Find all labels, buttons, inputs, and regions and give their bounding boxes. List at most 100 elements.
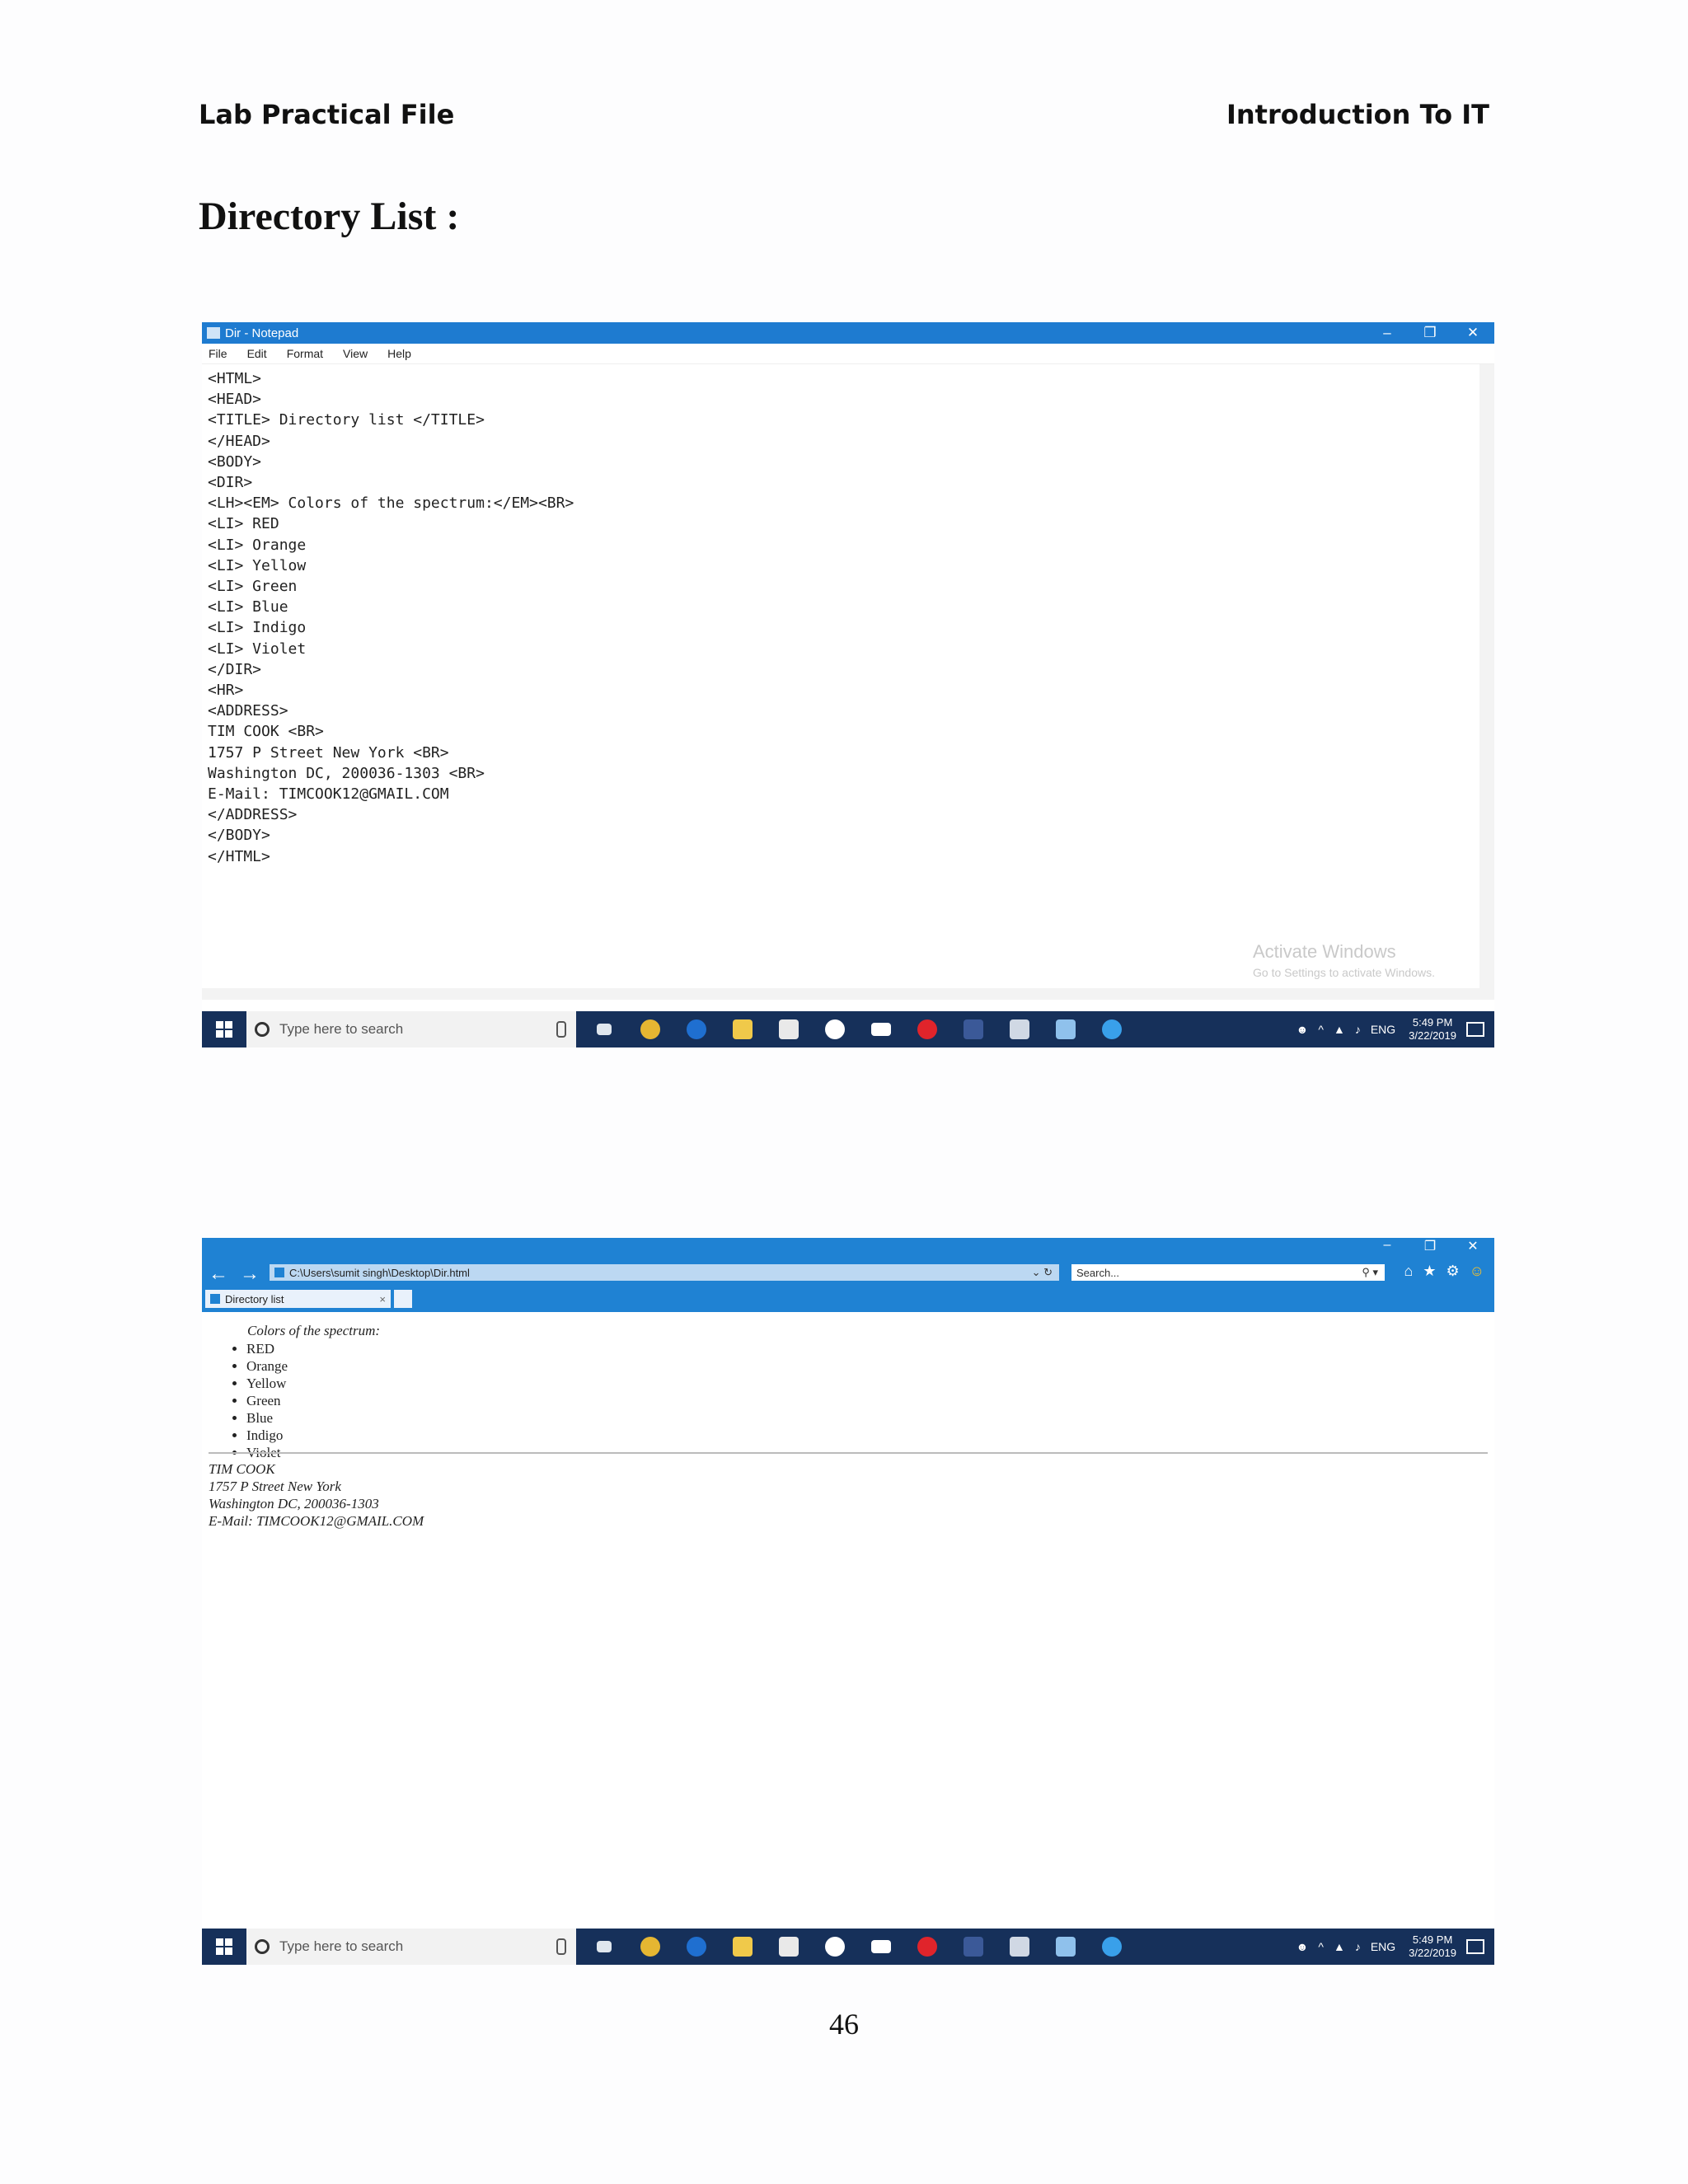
opera-icon[interactable] xyxy=(909,1929,945,1965)
chrome-icon[interactable] xyxy=(632,1011,668,1047)
opera-icon[interactable] xyxy=(909,1011,945,1047)
menu-edit[interactable]: Edit xyxy=(247,347,267,360)
address-bar[interactable]: C:\Users\sumit singh\Desktop\Dir.html ⌄ … xyxy=(270,1264,1059,1281)
code-line: </HEAD> xyxy=(208,432,270,450)
show-hidden-icons-icon[interactable]: ^ xyxy=(1318,1940,1324,1953)
taskbar: Type here to search ☻ ^ ▲ ♪ ENG 5:49 PM xyxy=(202,1929,1494,1965)
internet-explorer-icon[interactable] xyxy=(1094,1011,1130,1047)
settings-gear-icon[interactable]: ⚙ xyxy=(1446,1263,1459,1280)
language-indicator[interactable]: ENG xyxy=(1371,1023,1395,1036)
watermark-title: Activate Windows xyxy=(1253,941,1396,962)
language-indicator[interactable]: ENG xyxy=(1371,1940,1395,1953)
new-tab-button[interactable] xyxy=(394,1290,412,1308)
restore-button[interactable]: ❐ xyxy=(1409,325,1451,341)
tab-title: Directory list xyxy=(225,1292,284,1305)
menu-format[interactable]: Format xyxy=(287,347,323,360)
notepad-text-area[interactable]: <HTML> <HEAD> <TITLE> Directory list </TIT… xyxy=(202,363,1494,1000)
task-view-icon[interactable] xyxy=(586,1929,622,1965)
clock-date: 3/22/2019 xyxy=(1409,1947,1456,1959)
code-line: <LI> Orange xyxy=(208,536,307,554)
people-icon[interactable]: ☻ xyxy=(1296,1023,1309,1036)
calculator-icon[interactable] xyxy=(1001,1011,1038,1047)
horizontal-scrollbar[interactable] xyxy=(202,988,1494,1000)
tab-close-icon[interactable]: × xyxy=(379,1293,386,1305)
taskbar-search-box[interactable]: Type here to search xyxy=(246,1011,576,1047)
volume-icon[interactable]: ♪ xyxy=(1355,1023,1361,1036)
notepad-taskbar-icon[interactable] xyxy=(1048,1011,1084,1047)
volume-icon[interactable]: ♪ xyxy=(1355,1940,1361,1953)
code-line: <DIR> xyxy=(208,474,253,492)
minimize-button[interactable]: – xyxy=(1366,325,1409,341)
clock-date: 3/22/2019 xyxy=(1409,1029,1456,1042)
close-button[interactable]: ✕ xyxy=(1451,1238,1494,1254)
notepad-taskbar-icon[interactable] xyxy=(1048,1929,1084,1965)
search-icon[interactable]: ⚲ ▾ xyxy=(1362,1266,1378,1279)
section-heading: Directory List : xyxy=(199,194,460,238)
network-icon[interactable]: ▲ xyxy=(1334,1023,1345,1036)
browser-search-box[interactable]: Search... ⚲ ▾ xyxy=(1071,1264,1385,1281)
code-line: <LI> Violet xyxy=(208,640,307,658)
notepad-menu-bar: File Edit Format View Help xyxy=(202,344,1494,363)
notepad-title: Dir - Notepad xyxy=(225,326,299,340)
watermark-subtitle: Go to Settings to activate Windows. xyxy=(1253,966,1435,979)
home-icon[interactable]: ⌂ xyxy=(1404,1263,1413,1280)
mail-icon[interactable] xyxy=(863,1011,899,1047)
edge-icon[interactable] xyxy=(678,1011,715,1047)
address-text: C:\Users\sumit singh\Desktop\Dir.html xyxy=(289,1266,470,1279)
color-list-item: RED xyxy=(246,1340,288,1357)
menu-view[interactable]: View xyxy=(343,347,368,360)
mail-icon[interactable] xyxy=(863,1929,899,1965)
feedback-smiley-icon[interactable]: ☺ xyxy=(1470,1263,1484,1280)
browser-tab[interactable]: Directory list × xyxy=(205,1290,391,1308)
favorites-star-icon[interactable]: ★ xyxy=(1423,1263,1436,1280)
code-line: <LI> Green xyxy=(208,578,298,596)
notepad-screenshot: Dir - Notepad – ❐ ✕ File Edit Format Vie… xyxy=(202,322,1494,1047)
groove-music-icon[interactable] xyxy=(817,1011,853,1047)
cortana-icon xyxy=(255,1022,270,1037)
code-line: <LI> Yellow xyxy=(208,556,307,574)
people-icon[interactable]: ☻ xyxy=(1296,1940,1309,1953)
action-center-icon[interactable] xyxy=(1466,1022,1484,1037)
task-view-icon[interactable] xyxy=(586,1011,622,1047)
microphone-icon[interactable] xyxy=(556,1021,566,1038)
action-center-icon[interactable] xyxy=(1466,1939,1484,1954)
html-source-code[interactable]: <HTML> <HEAD> <TITLE> Directory list </TIT… xyxy=(202,364,1494,867)
file-explorer-icon[interactable] xyxy=(724,1929,761,1965)
restore-button[interactable]: ❐ xyxy=(1409,1238,1451,1254)
microphone-icon[interactable] xyxy=(556,1938,566,1955)
edge-icon[interactable] xyxy=(678,1929,715,1965)
notepad-icon xyxy=(207,327,220,339)
chrome-icon[interactable] xyxy=(632,1929,668,1965)
internet-explorer-icon[interactable] xyxy=(1094,1929,1130,1965)
start-button[interactable] xyxy=(202,1929,246,1965)
forward-arrow-icon[interactable]: → xyxy=(240,1263,260,1286)
activate-windows-watermark: Activate Windows Go to Settings to activ… xyxy=(1253,941,1435,979)
page-number: 46 xyxy=(829,2008,859,2041)
facebook-icon[interactable] xyxy=(955,1929,992,1965)
facebook-icon[interactable] xyxy=(955,1011,992,1047)
code-line: 1757 P Street New York <BR> xyxy=(208,743,449,762)
start-button[interactable] xyxy=(202,1011,246,1047)
windows-logo-icon xyxy=(216,1021,232,1038)
store-icon[interactable] xyxy=(771,1929,807,1965)
store-icon[interactable] xyxy=(771,1011,807,1047)
minimize-button[interactable]: – xyxy=(1366,1238,1409,1254)
search-placeholder: Type here to search xyxy=(279,1938,404,1954)
refresh-icon[interactable]: ⌄ ↻ xyxy=(1032,1266,1053,1279)
calculator-icon[interactable] xyxy=(1001,1929,1038,1965)
network-icon[interactable]: ▲ xyxy=(1334,1940,1345,1953)
code-line: <TITLE> Directory list </TITLE> xyxy=(208,411,485,429)
taskbar-clock[interactable]: 5:49 PM 3/22/2019 xyxy=(1409,1016,1456,1043)
menu-file[interactable]: File xyxy=(209,347,227,360)
groove-music-icon[interactable] xyxy=(817,1929,853,1965)
system-tray: ☻ ^ ▲ ♪ ENG 5:49 PM 3/22/2019 xyxy=(1287,1016,1494,1043)
close-button[interactable]: ✕ xyxy=(1451,325,1494,341)
menu-help[interactable]: Help xyxy=(387,347,411,360)
taskbar-search-box[interactable]: Type here to search xyxy=(246,1929,576,1965)
back-arrow-icon[interactable]: ← xyxy=(209,1263,228,1286)
taskbar-clock[interactable]: 5:49 PM 3/22/2019 xyxy=(1409,1933,1456,1960)
vertical-scrollbar[interactable] xyxy=(1479,364,1494,1000)
file-explorer-icon[interactable] xyxy=(724,1011,761,1047)
show-hidden-icons-icon[interactable]: ^ xyxy=(1318,1023,1324,1036)
code-line: TIM COOK <BR> xyxy=(208,723,324,741)
